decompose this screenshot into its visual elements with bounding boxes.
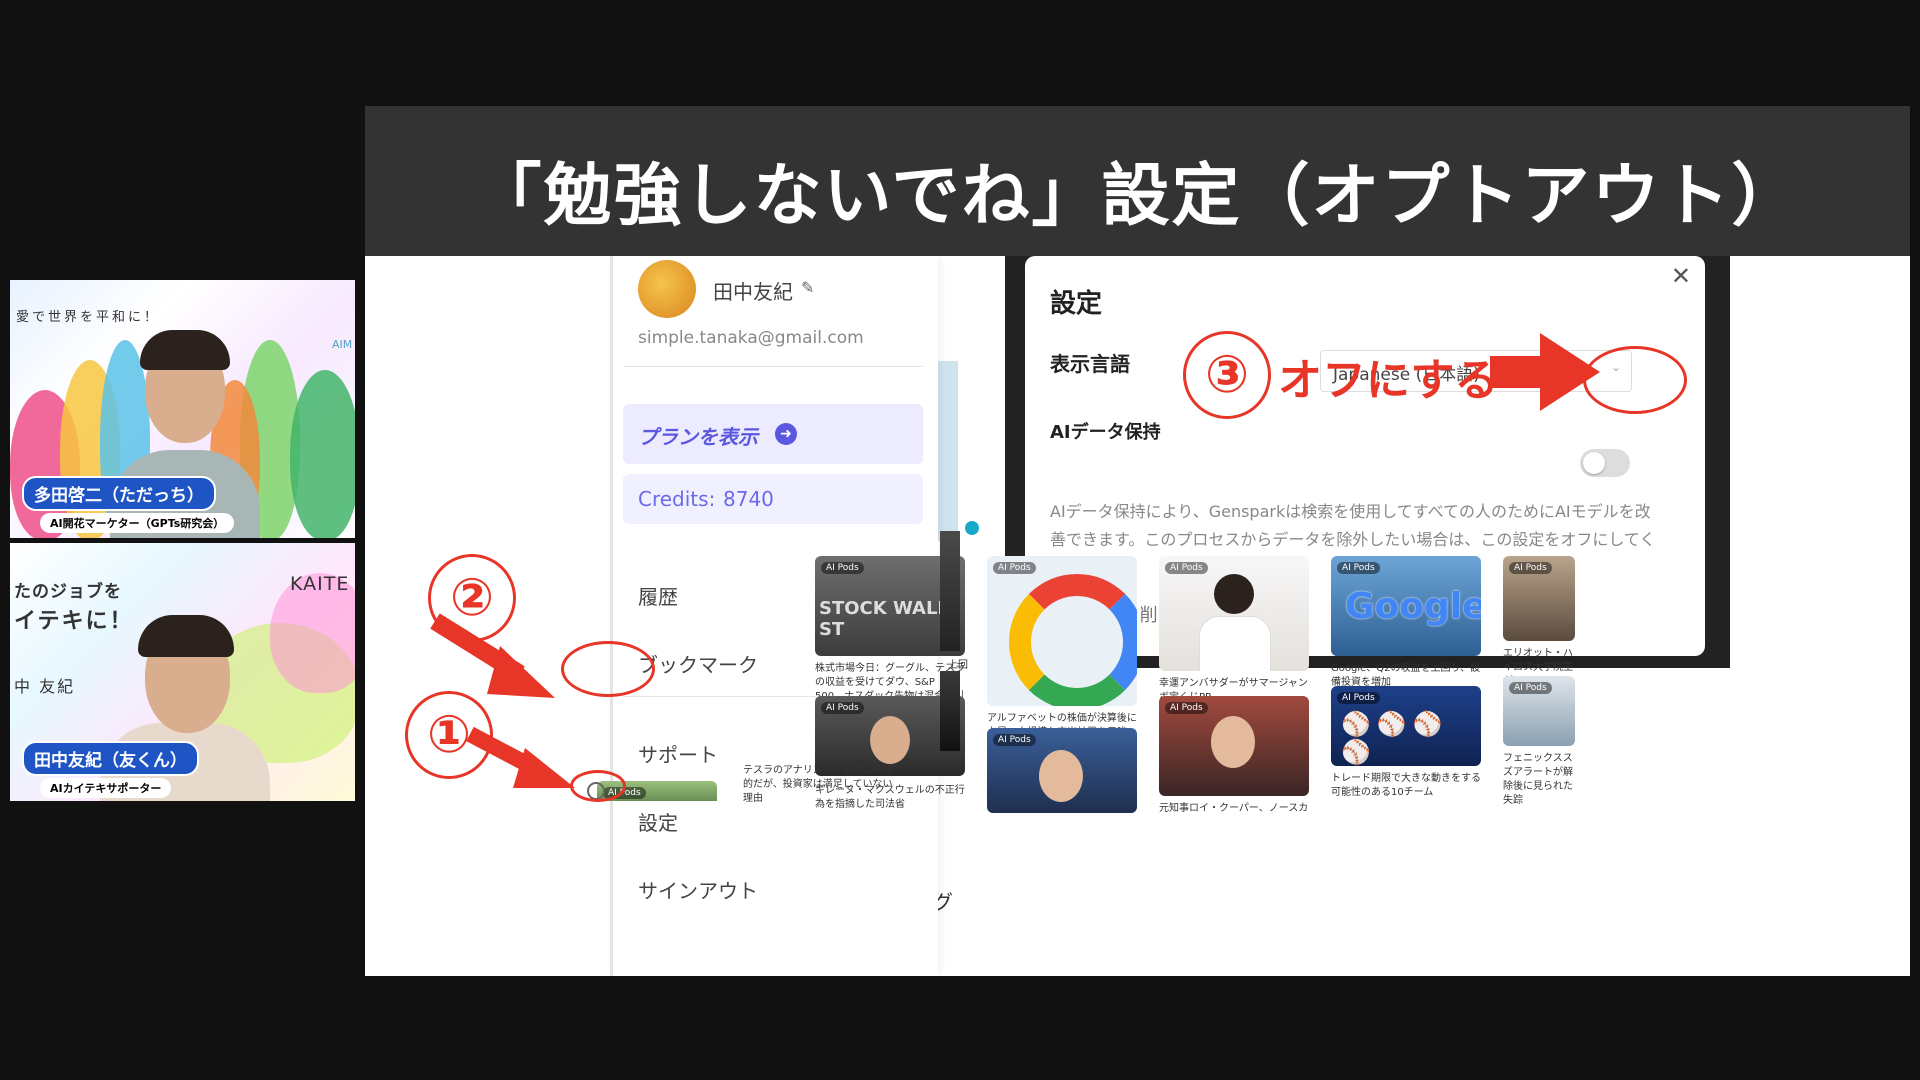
menu-item-bookmark[interactable]: ブックマーク bbox=[638, 649, 758, 678]
pod-badge: AI Pods bbox=[993, 562, 1036, 574]
pod-badge: AI Pods bbox=[1509, 682, 1552, 694]
turn-off-annotation: オフにする bbox=[1278, 355, 1499, 406]
background-slogan-2: イテキに！ bbox=[14, 609, 134, 634]
close-icon[interactable]: ✕ bbox=[1671, 262, 1691, 290]
news-card-image: AI Pods bbox=[1503, 676, 1575, 746]
speaker-role-tag: AI開花マーケター（GPTs研究会） bbox=[40, 513, 235, 533]
news-card-image: AI Pods bbox=[987, 728, 1137, 813]
webcam-speaker-1: 愛で世界を平和に！ AIM 多田啓二（ただっち） AI開花マーケター（GPTs研… bbox=[10, 280, 355, 538]
view-plan-button[interactable]: プランを表示 ➜ bbox=[623, 404, 923, 464]
credits-value: 8740 bbox=[723, 487, 774, 511]
background-image-fragment bbox=[940, 531, 960, 651]
news-card-caption: 元知事ロイ・クーパー、ノースカ bbox=[1159, 803, 1309, 814]
credits-label: Credits: bbox=[638, 487, 716, 511]
pod-badge: AI Pods bbox=[821, 702, 864, 714]
speaker-name-tag: 多田啓二（ただっち） bbox=[22, 476, 216, 511]
menu-item-support[interactable]: サポート bbox=[638, 739, 718, 768]
divider bbox=[623, 366, 923, 367]
arrow-right-icon: ➜ bbox=[775, 423, 797, 445]
image-text: Google bbox=[1345, 586, 1481, 627]
ai-data-retention-label: AIデータ保持 bbox=[1050, 422, 1161, 443]
menu-item-sign-out[interactable]: サインアウト bbox=[638, 875, 758, 904]
news-card-caption: テスラのアナリストは業績に楽観的だが、投資家は満足していない理由 bbox=[743, 765, 893, 804]
background-text-fragment: 上回 bbox=[948, 660, 968, 671]
language-label: 表示言語 bbox=[1050, 352, 1130, 376]
arrow-to-account-icon bbox=[466, 726, 575, 788]
toggle-knob bbox=[1583, 452, 1605, 474]
ai-data-retention-toggle[interactable] bbox=[1580, 449, 1630, 477]
news-card-image: AI Pods bbox=[1159, 696, 1309, 796]
speaker-name-tag: 田中友紀（友くん） bbox=[22, 741, 199, 776]
cursor-indicator bbox=[965, 521, 979, 535]
menu-item-settings[interactable]: 設定 bbox=[638, 807, 678, 836]
person-body-icon bbox=[1199, 616, 1271, 671]
speaker-hair bbox=[140, 330, 230, 370]
news-card-caption: フェニックススズアラートが解除後に見られた失踪 bbox=[1503, 753, 1573, 806]
pod-badge: AI Pods bbox=[1165, 702, 1208, 714]
news-card-caption: トレード期限で大きな動きをする可能性のある10チーム bbox=[1331, 773, 1481, 798]
news-card-image: AI Pods bbox=[987, 556, 1137, 706]
background-logo-text: KAITE bbox=[290, 573, 350, 595]
user-name: 田中友紀 bbox=[713, 280, 793, 304]
arrow-to-settings bbox=[430, 613, 555, 698]
arrow-to-toggle bbox=[1490, 333, 1600, 411]
person-face-icon bbox=[1039, 750, 1083, 802]
view-plan-label: プランを表示 bbox=[638, 425, 758, 449]
person-face-icon bbox=[870, 716, 910, 764]
credits-display: Credits: 8740 bbox=[623, 474, 923, 524]
user-email: simple.tanaka@gmail.com bbox=[638, 328, 864, 348]
slide-title: 「勉強しないでね」設定（オプトアウト） bbox=[473, 157, 1802, 236]
background-logo-text: AIM bbox=[332, 338, 353, 351]
speaker-hair bbox=[138, 615, 234, 657]
slide-title-bar: 「勉強しないでね」設定（オプトアウト） bbox=[365, 106, 1910, 256]
news-card-image: AI Pods bbox=[1159, 556, 1309, 671]
settings-title: 設定 bbox=[1050, 289, 1103, 319]
pod-badge: AI Pods bbox=[821, 562, 864, 574]
news-card-image: AI Pods Google bbox=[1331, 556, 1481, 656]
person-head-icon bbox=[1214, 574, 1254, 614]
speaker-role-tag: AIカイテキサポーター bbox=[40, 778, 172, 798]
background-image-fragment bbox=[940, 671, 960, 751]
news-card-image: AI Pods bbox=[1503, 556, 1575, 641]
webcam-speaker-2: たのジョブを イテキに！ 中 友紀 KAITE 田中友紀（友くん） AIカイテキ… bbox=[10, 543, 355, 801]
news-card-image: AI Pods ⚾⚾⚾⚾ bbox=[1331, 686, 1481, 766]
presentation-slide: 「勉強しないでね」設定（オプトアウト） ジ グ 田中友紀 ✎ simple.ta… bbox=[365, 106, 1910, 976]
edit-icon[interactable]: ✎ bbox=[801, 278, 814, 297]
pod-badge: AI Pods bbox=[993, 734, 1036, 746]
settings-highlight-ellipse bbox=[561, 641, 655, 697]
background-slogan-1: たのジョブを bbox=[14, 582, 122, 602]
pod-badge: AI Pods bbox=[1337, 692, 1380, 704]
background-tree bbox=[290, 370, 355, 538]
google-logo-icon bbox=[1009, 574, 1137, 706]
menu-item-history[interactable]: 履歴 bbox=[638, 581, 678, 610]
pod-badge: AI Pods bbox=[1337, 562, 1380, 574]
team-logos-icon: ⚾⚾⚾⚾ bbox=[1341, 710, 1449, 766]
pod-badge: AI Pods bbox=[1509, 562, 1552, 574]
background-slogan: 愛で世界を平和に！ bbox=[16, 310, 161, 325]
step-3-annotation: ③ bbox=[1183, 331, 1271, 419]
person-face-icon bbox=[1211, 716, 1255, 768]
background-name-text: 中 友紀 bbox=[14, 677, 76, 696]
user-avatar[interactable] bbox=[638, 260, 696, 318]
pod-badge: AI Pods bbox=[1165, 562, 1208, 574]
